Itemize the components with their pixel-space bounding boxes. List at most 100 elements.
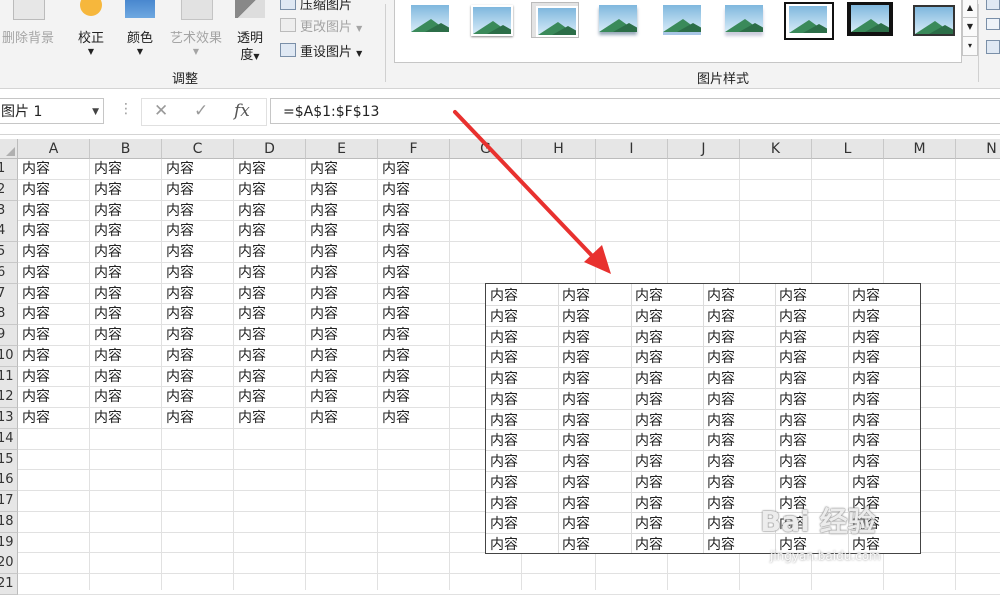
row-header-6[interactable]: 6 bbox=[0, 263, 18, 284]
cell-c7[interactable]: 内容 bbox=[162, 284, 194, 304]
cell-a2[interactable]: 内容 bbox=[18, 180, 50, 200]
cell-f9[interactable]: 内容 bbox=[378, 325, 410, 345]
row-header-5[interactable]: 5 bbox=[0, 242, 18, 263]
cell-b2[interactable]: 内容 bbox=[90, 180, 122, 200]
cell-e8[interactable]: 内容 bbox=[306, 304, 338, 324]
row-header-12[interactable]: 12 bbox=[0, 387, 18, 408]
cell-c12[interactable]: 内容 bbox=[162, 387, 194, 407]
remove-background-button[interactable]: 删除背景 bbox=[0, 0, 56, 64]
column-header-j[interactable]: J bbox=[668, 139, 740, 159]
compress-pictures-button[interactable]: 压缩图片 bbox=[280, 0, 352, 13]
column-header-k[interactable]: K bbox=[740, 139, 812, 159]
cell-c1[interactable]: 内容 bbox=[162, 159, 194, 179]
cell-e2[interactable]: 内容 bbox=[306, 180, 338, 200]
cell-f10[interactable]: 内容 bbox=[378, 346, 410, 366]
cell-a7[interactable]: 内容 bbox=[18, 284, 50, 304]
cell-e1[interactable]: 内容 bbox=[306, 159, 338, 179]
cell-e11[interactable]: 内容 bbox=[306, 367, 338, 387]
artistic-effects-button[interactable]: 艺术效果 ▼ bbox=[166, 0, 226, 64]
cell-b6[interactable]: 内容 bbox=[90, 263, 122, 283]
cell-f11[interactable]: 内容 bbox=[378, 367, 410, 387]
cell-f1[interactable]: 内容 bbox=[378, 159, 410, 179]
cell-f12[interactable]: 内容 bbox=[378, 387, 410, 407]
corrections-button[interactable]: 校正 ▼ bbox=[70, 0, 112, 64]
cell-e10[interactable]: 内容 bbox=[306, 346, 338, 366]
style-thumb-1[interactable] bbox=[407, 2, 453, 36]
cell-d10[interactable]: 内容 bbox=[234, 346, 266, 366]
row-header-21[interactable]: 21 bbox=[0, 574, 18, 595]
row-header-10[interactable]: 10 bbox=[0, 346, 18, 367]
picture-layout-icon[interactable] bbox=[986, 40, 1000, 54]
cell-c8[interactable]: 内容 bbox=[162, 304, 194, 324]
cell-a4[interactable]: 内容 bbox=[18, 221, 50, 241]
color-button[interactable]: 颜色 ▼ bbox=[120, 0, 160, 64]
row-header-4[interactable]: 4 bbox=[0, 221, 18, 242]
style-thumb-6[interactable] bbox=[721, 2, 767, 36]
style-thumb-4[interactable] bbox=[595, 2, 641, 36]
cell-d1[interactable]: 内容 bbox=[234, 159, 266, 179]
cell-b8[interactable]: 内容 bbox=[90, 304, 122, 324]
cell-d4[interactable]: 内容 bbox=[234, 221, 266, 241]
column-header-n[interactable]: N bbox=[956, 139, 1000, 159]
cell-d5[interactable]: 内容 bbox=[234, 242, 266, 262]
cell-d2[interactable]: 内容 bbox=[234, 180, 266, 200]
cell-e4[interactable]: 内容 bbox=[306, 221, 338, 241]
row-header-3[interactable]: 3 bbox=[0, 201, 18, 222]
cell-b5[interactable]: 内容 bbox=[90, 242, 122, 262]
row-header-15[interactable]: 15 bbox=[0, 450, 18, 471]
row-header-1[interactable]: 1 bbox=[0, 159, 18, 180]
cell-d13[interactable]: 内容 bbox=[234, 408, 266, 428]
cell-e9[interactable]: 内容 bbox=[306, 325, 338, 345]
column-header-h[interactable]: H bbox=[522, 139, 596, 159]
cell-a11[interactable]: 内容 bbox=[18, 367, 50, 387]
cell-b12[interactable]: 内容 bbox=[90, 387, 122, 407]
row-header-18[interactable]: 18 bbox=[0, 512, 18, 533]
cell-a3[interactable]: 内容 bbox=[18, 201, 50, 221]
cell-e7[interactable]: 内容 bbox=[306, 284, 338, 304]
column-header-a[interactable]: A bbox=[18, 139, 90, 159]
cell-d12[interactable]: 内容 bbox=[234, 387, 266, 407]
cell-e13[interactable]: 内容 bbox=[306, 408, 338, 428]
cell-a1[interactable]: 内容 bbox=[18, 159, 50, 179]
cell-c3[interactable]: 内容 bbox=[162, 201, 194, 221]
cell-d7[interactable]: 内容 bbox=[234, 284, 266, 304]
cell-d3[interactable]: 内容 bbox=[234, 201, 266, 221]
cell-f6[interactable]: 内容 bbox=[378, 263, 410, 283]
cell-d6[interactable]: 内容 bbox=[234, 263, 266, 283]
cell-a10[interactable]: 内容 bbox=[18, 346, 50, 366]
style-thumb-2[interactable] bbox=[467, 2, 513, 36]
cell-b10[interactable]: 内容 bbox=[90, 346, 122, 366]
row-header-17[interactable]: 17 bbox=[0, 491, 18, 512]
row-header-11[interactable]: 11 bbox=[0, 367, 18, 388]
column-header-d[interactable]: D bbox=[234, 139, 306, 159]
cell-b13[interactable]: 内容 bbox=[90, 408, 122, 428]
cell-c6[interactable]: 内容 bbox=[162, 263, 194, 283]
cell-a9[interactable]: 内容 bbox=[18, 325, 50, 345]
row-header-9[interactable]: 9 bbox=[0, 325, 18, 346]
row-header-19[interactable]: 19 bbox=[0, 533, 18, 554]
cell-e3[interactable]: 内容 bbox=[306, 201, 338, 221]
column-header-i[interactable]: I bbox=[596, 139, 668, 159]
cell-d9[interactable]: 内容 bbox=[234, 325, 266, 345]
row-header-8[interactable]: 8 bbox=[0, 304, 18, 325]
cell-c2[interactable]: 内容 bbox=[162, 180, 194, 200]
style-thumb-3[interactable] bbox=[531, 2, 579, 38]
cell-e6[interactable]: 内容 bbox=[306, 263, 338, 283]
transparency-button[interactable]: 透明 度▼ bbox=[232, 0, 268, 64]
column-header-m[interactable]: M bbox=[884, 139, 956, 159]
cell-f4[interactable]: 内容 bbox=[378, 221, 410, 241]
cell-b11[interactable]: 内容 bbox=[90, 367, 122, 387]
row-header-20[interactable]: 20 bbox=[0, 553, 18, 574]
gallery-scroll-up[interactable]: ▲ bbox=[962, 0, 978, 18]
style-thumb-5[interactable] bbox=[659, 2, 705, 36]
cell-c13[interactable]: 内容 bbox=[162, 408, 194, 428]
cancel-icon[interactable]: ✕ bbox=[154, 101, 168, 121]
chevron-down-icon[interactable]: ▼ bbox=[92, 99, 99, 125]
gallery-scroll-down[interactable]: ▼ bbox=[962, 17, 978, 37]
reset-picture-button[interactable]: 重设图片 ▼ bbox=[280, 41, 362, 60]
cell-a5[interactable]: 内容 bbox=[18, 242, 50, 262]
row-header-14[interactable]: 14 bbox=[0, 429, 18, 450]
picture-effects-icon[interactable] bbox=[986, 18, 1000, 30]
select-all-corner[interactable] bbox=[0, 139, 18, 159]
cell-b4[interactable]: 内容 bbox=[90, 221, 122, 241]
